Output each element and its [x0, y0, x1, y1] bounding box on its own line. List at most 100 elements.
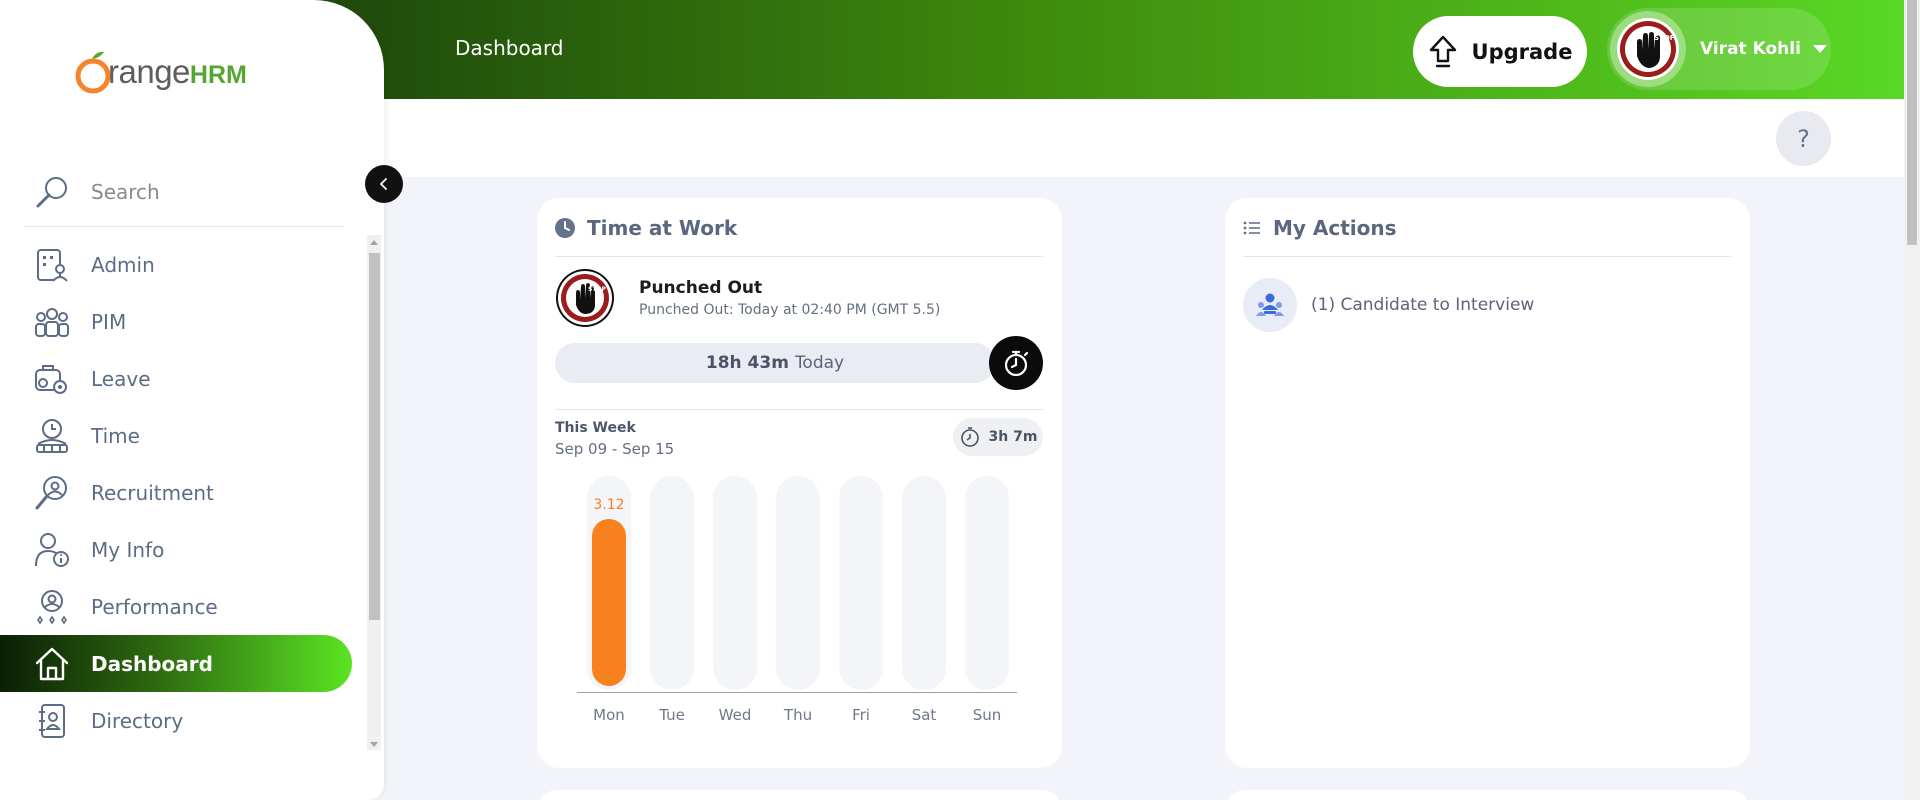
sidebar-search[interactable]: Search	[34, 163, 344, 221]
card-title: Time at Work	[587, 216, 738, 240]
upgrade-arrow-icon	[1429, 35, 1456, 67]
logo-text: range	[108, 53, 190, 90]
divider	[24, 226, 344, 227]
upgrade-label: Upgrade	[1471, 39, 1573, 64]
orangehrm-logo: range HRM	[74, 48, 250, 96]
week-total-value: 3h 7m	[988, 429, 1038, 445]
dashboard-card	[1225, 790, 1750, 800]
day-label-sat: Sat	[911, 706, 937, 724]
user-menu[interactable]: STOP Virat Kohli	[1607, 8, 1831, 90]
card-header: My Actions	[1243, 216, 1397, 240]
weekly-hours-chart: 3.12 Mon Tue Wed Thu Fri Sat Sun	[577, 476, 1017, 736]
bar-track-wed	[713, 476, 757, 690]
directory-icon	[34, 703, 70, 739]
sidebar-item-directory[interactable]: Directory	[0, 692, 352, 749]
list-icon	[1243, 221, 1260, 235]
stopwatch-icon	[960, 427, 979, 447]
punch-status: Punched Out	[639, 278, 763, 298]
orange-logo-icon	[75, 51, 111, 94]
day-label-sun: Sun	[972, 706, 1002, 724]
page-scrollbar-thumb[interactable]	[1907, 0, 1917, 245]
sidebar-scrollbar-thumb[interactable]	[369, 253, 380, 620]
sub-header	[384, 99, 1904, 177]
stopwatch-icon	[1004, 350, 1029, 377]
today-duration-value: 18h 43m	[705, 353, 789, 373]
my-actions-card: My Actions (1) Candidate to Interview	[1225, 198, 1750, 768]
week-range: Sep 09 - Sep 15	[555, 440, 675, 458]
dashboard-card	[537, 790, 1062, 800]
divider	[555, 256, 1043, 257]
collapse-sidebar-button[interactable]	[365, 165, 403, 203]
upgrade-button[interactable]: Upgrade	[1413, 16, 1587, 87]
card-title: My Actions	[1273, 216, 1397, 240]
user-name: Virat Kohli	[1700, 39, 1801, 59]
avatar: STOP	[555, 268, 615, 328]
scroll-down-icon[interactable]	[370, 742, 378, 747]
logo-hrm: HRM	[189, 60, 247, 89]
pim-icon	[34, 304, 70, 340]
week-total-badge: 3h 7m	[953, 418, 1043, 456]
page-title: Dashboard	[455, 36, 564, 60]
sidebar-item-pim[interactable]: PIM	[0, 293, 352, 350]
divider	[555, 409, 1043, 410]
bar-track-tue	[650, 476, 694, 690]
bar-track-fri	[839, 476, 883, 690]
sidebar-item-leave[interactable]: Leave	[0, 350, 352, 407]
sidebar: range HRM Search Admin PIM Leave Time Re…	[0, 0, 384, 800]
sidebar-item-my-info[interactable]: My Info	[0, 521, 352, 578]
sidebar-item-label: Recruitment	[91, 480, 214, 505]
clock-icon	[555, 218, 575, 238]
scroll-up-icon[interactable]	[370, 240, 378, 245]
sidebar-item-admin[interactable]: Admin	[0, 236, 352, 293]
bar-value-label: 3.12	[593, 497, 625, 513]
recruitment-icon	[34, 475, 70, 511]
today-duration: 18h 43m Today	[555, 343, 995, 383]
bar-track-sat	[902, 476, 946, 690]
help-button[interactable]: ?	[1776, 111, 1831, 166]
time-icon	[34, 418, 70, 454]
bar-mon[interactable]	[592, 519, 626, 686]
card-header: Time at Work	[555, 216, 737, 240]
avatar: STOP	[1610, 11, 1686, 87]
sidebar-item-time[interactable]: Time	[0, 407, 352, 464]
day-label-thu: Thu	[783, 706, 813, 724]
stop-sign-icon: STOP	[556, 269, 614, 327]
performance-icon	[34, 589, 70, 625]
sidebar-item-label: Time	[91, 423, 140, 448]
sidebar-item-label: Performance	[91, 594, 218, 619]
search-icon	[36, 177, 67, 208]
bar-track-sun	[965, 476, 1009, 690]
action-label: (1) Candidate to Interview	[1311, 295, 1535, 315]
candidate-icon	[1243, 278, 1297, 332]
sidebar-item-performance[interactable]: Performance	[0, 578, 352, 635]
sidebar-item-label: Dashboard	[91, 651, 213, 676]
time-at-work-card: Time at Work STOP Punched Out Punched Ou…	[537, 198, 1062, 768]
action-item-candidate-interview[interactable]: (1) Candidate to Interview	[1243, 278, 1534, 332]
my-info-icon	[34, 532, 70, 568]
today-label: Today	[794, 353, 845, 373]
punch-detail: Punched Out: Today at 02:40 PM (GMT 5.5)	[639, 302, 941, 318]
sidebar-item-label: Leave	[91, 366, 151, 391]
day-label-wed: Wed	[718, 706, 752, 724]
stop-sign-icon: STOP	[1617, 18, 1679, 80]
svg-text:STOP: STOP	[588, 286, 607, 293]
day-label-mon: Mon	[593, 706, 625, 724]
leave-icon	[34, 361, 70, 397]
x-axis-line	[577, 692, 1017, 693]
sidebar-item-label: My Info	[91, 537, 165, 562]
sidebar-item-label: Directory	[91, 708, 184, 733]
chevron-left-icon	[380, 178, 387, 190]
bar-track-thu	[776, 476, 820, 690]
punch-in-button[interactable]	[989, 336, 1043, 390]
day-label-tue: Tue	[659, 706, 685, 724]
search-input[interactable]: Search	[91, 180, 160, 204]
chevron-down-icon	[1812, 45, 1827, 53]
svg-text:STOP: STOP	[1654, 34, 1675, 42]
sidebar-item-label: Admin	[91, 252, 155, 277]
divider	[1243, 256, 1731, 257]
sidebar-item-dashboard[interactable]: Dashboard	[0, 635, 352, 692]
home-icon	[34, 646, 70, 682]
admin-icon	[34, 247, 70, 283]
week-label: This Week	[555, 420, 636, 436]
sidebar-item-recruitment[interactable]: Recruitment	[0, 464, 352, 521]
